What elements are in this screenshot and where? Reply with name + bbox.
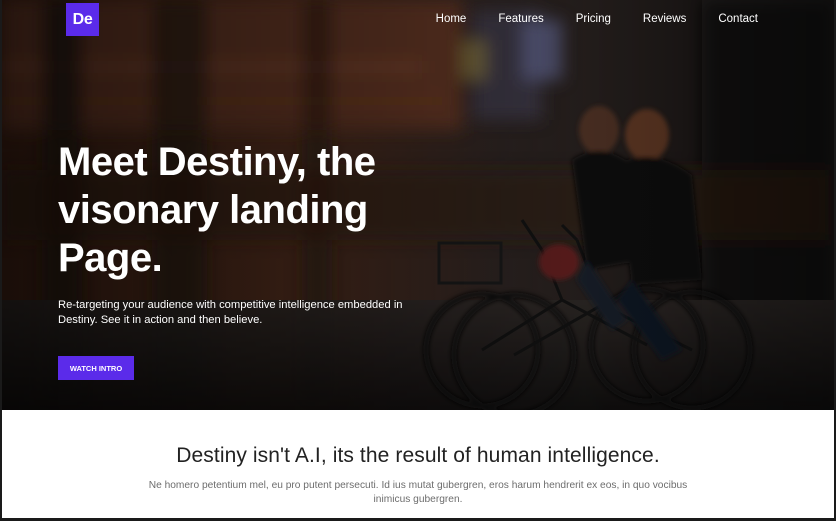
nav-home[interactable]: Home	[436, 12, 467, 26]
hero-headline-line-1: Meet Destiny, the	[58, 140, 376, 184]
main-navigation: Home Features Pricing Reviews Contact	[404, 12, 758, 26]
hero-headline-line-2: visonary landing	[58, 188, 368, 232]
intro-text: Ne homero petentium mel, eu pro putent p…	[148, 480, 688, 505]
hero-section: De Home Features Pricing Reviews Contact…	[2, 0, 834, 410]
nav-features[interactable]: Features	[498, 12, 543, 26]
intro-title: Destiny isn't A.I, its the result of hum…	[176, 444, 660, 467]
watch-intro-button[interactable]: WATCH INTRO	[58, 356, 134, 380]
nav-contact[interactable]: Contact	[718, 12, 758, 26]
brand-logo[interactable]: De	[66, 3, 99, 36]
hero-headline-line-3: Page.	[58, 236, 163, 280]
nav-reviews[interactable]: Reviews	[643, 12, 686, 26]
nav-pricing[interactable]: Pricing	[576, 12, 611, 26]
intro-section: Destiny isn't A.I, its the result of hum…	[2, 410, 834, 518]
page: De Home Features Pricing Reviews Contact…	[0, 0, 836, 521]
hero-subtext: Re-targeting your audience with competit…	[58, 299, 403, 326]
hero-headline: Meet Destiny, the visonary landing Page.	[58, 138, 458, 282]
